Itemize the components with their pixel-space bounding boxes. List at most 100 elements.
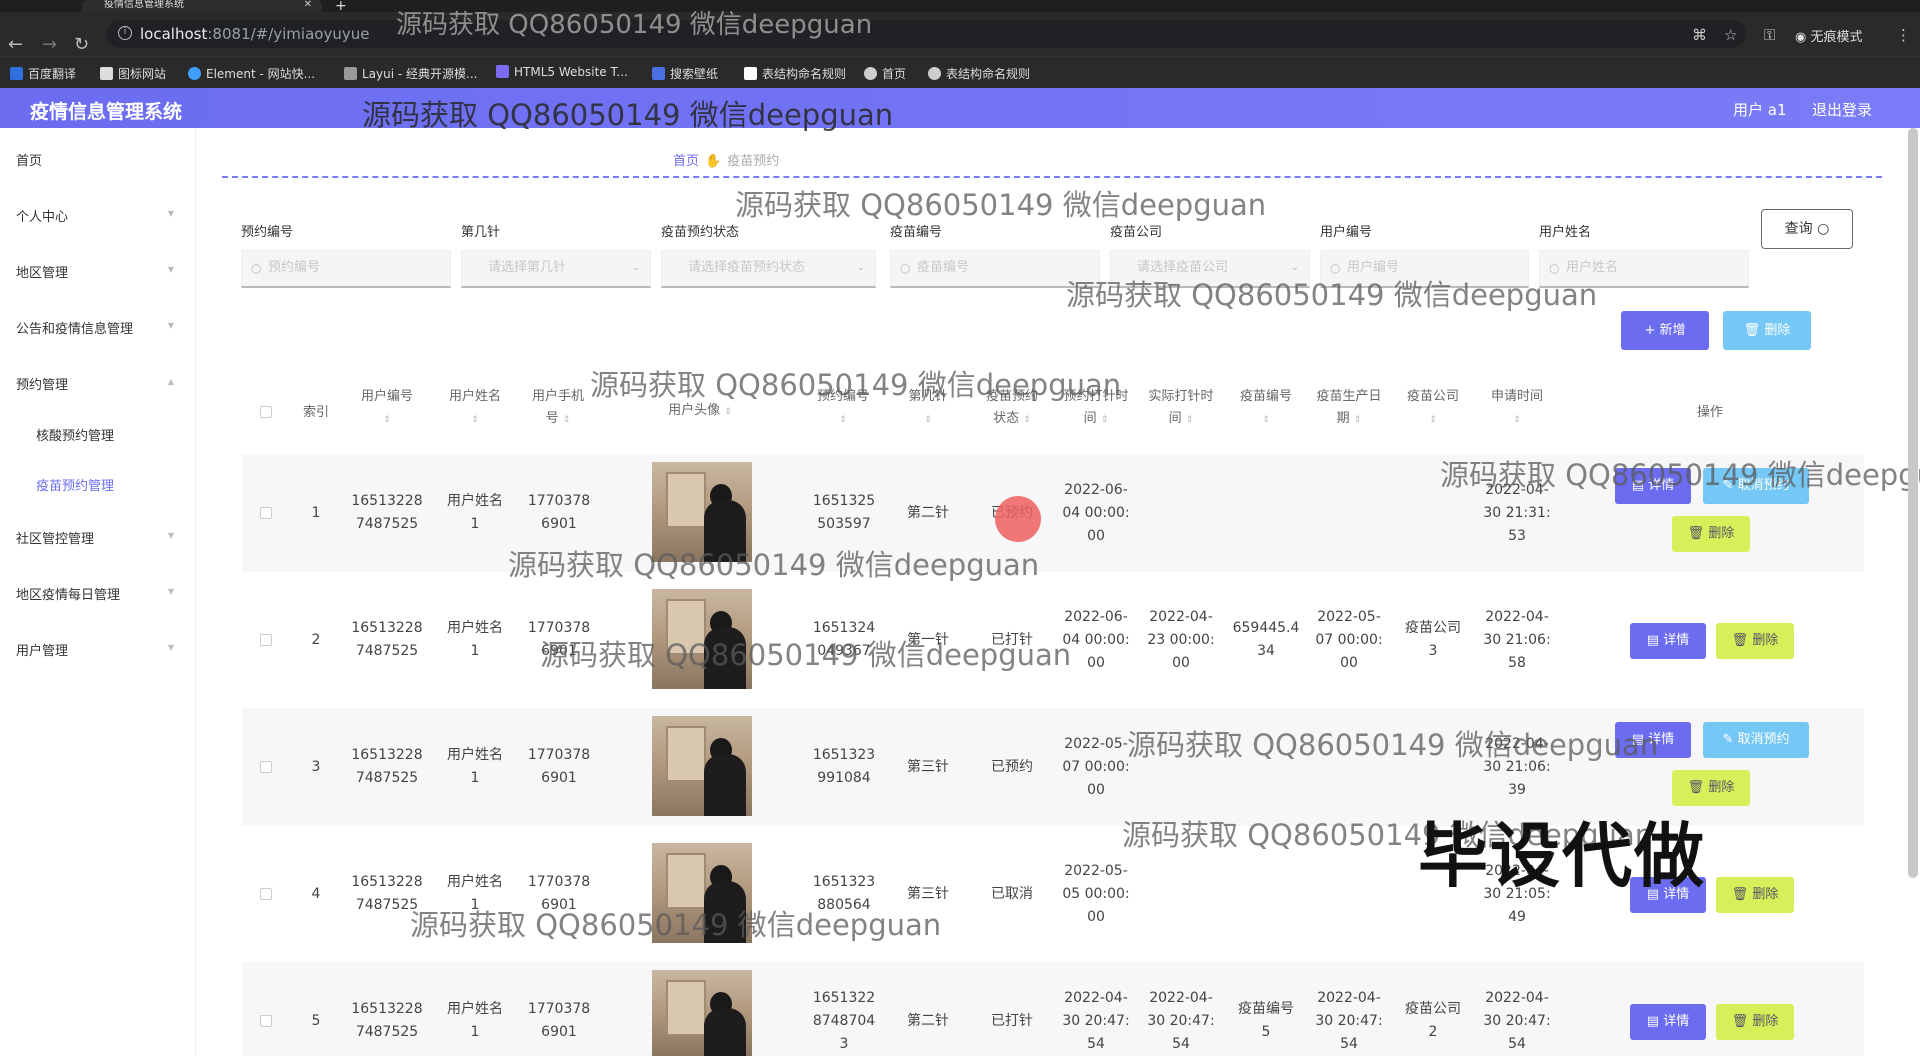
bookmark-item[interactable]: 图标网站 — [100, 65, 166, 82]
dose-select[interactable]: 请选择第几针 ⌄ — [461, 250, 651, 288]
row-checkbox[interactable] — [260, 761, 272, 773]
sidebar-item-users[interactable]: 用户管理 ▼ — [16, 640, 186, 659]
chevron-down-icon: ▼ — [167, 209, 174, 218]
chevron-down-icon: ▼ — [167, 531, 174, 540]
browser-tab[interactable]: 疫情信息管理系统 ✕ — [82, 0, 322, 12]
globe-icon — [864, 67, 877, 80]
bookmark-item[interactable]: 表结构命名规则 — [928, 65, 1030, 82]
row-checkbox[interactable] — [260, 888, 272, 900]
scrollbar[interactable] — [1908, 128, 1918, 878]
sidebar-item-nucleic[interactable]: 核酸预约管理 — [36, 425, 206, 444]
sidebar-item-profile[interactable]: 个人中心 ▼ — [16, 206, 186, 225]
trash-icon: 🗑 — [1687, 780, 1709, 795]
bookmark-item[interactable]: 表结构命名规则 — [744, 65, 846, 82]
cell-appt: 2022-04- 30 20:47: 54 — [1062, 989, 1130, 1052]
cell-status: 已取消 — [991, 885, 1033, 902]
watermark: 源码获取 QQ86050149 微信deepguan — [540, 638, 1072, 672]
star-icon[interactable]: ☆ — [1724, 26, 1737, 44]
painting — [666, 726, 706, 782]
col-phone[interactable]: 用户手机号 ⇕ — [528, 386, 588, 431]
row-checkbox[interactable] — [260, 634, 272, 646]
painting — [666, 980, 706, 1036]
bookmark-item[interactable]: Layui - 经典开源模... — [344, 65, 477, 82]
menu-icon[interactable]: ⋮ — [1896, 26, 1911, 44]
watermark: 源码获取 QQ86050149 微信deepguan — [590, 368, 1122, 402]
sidebar: 首页 个人中心 ▼ 地区管理 ▼ 公告和疫情信息管理 ▼ 预约管理 ▲ 核酸预约管理 疫… — [0, 128, 196, 1056]
trash-icon: 🗑 — [1731, 1014, 1753, 1029]
incognito-label[interactable]: ◉ 无痕模式 — [1795, 26, 1863, 45]
bookmark-item[interactable]: HTML5 Website T... — [496, 65, 628, 79]
detail-button[interactable]: ▤ 详情 — [1630, 623, 1706, 659]
forward-icon[interactable]: → — [42, 34, 57, 55]
trash-icon: 🗑 — [1731, 887, 1753, 902]
key-icon[interactable]: ⚿ — [1764, 26, 1775, 44]
row-checkbox[interactable] — [260, 507, 272, 519]
filter-label: 第几针 — [461, 225, 501, 240]
bulk-delete-button[interactable]: 🗑 删除 — [1723, 311, 1811, 350]
query-button[interactable]: 查询 ○ — [1761, 209, 1853, 249]
bookmark-item[interactable]: 搜索壁纸 — [652, 65, 718, 82]
chevron-down-icon: ⌄ — [631, 262, 640, 273]
cell-vno: 疫苗编号 5 — [1238, 1001, 1294, 1040]
status-select[interactable]: 请选择疫苗预约状态 ⌄ — [661, 250, 876, 288]
breadcrumb-home[interactable]: 首页 — [673, 154, 699, 169]
cell-appt: 2022-06- 04 00:00: 00 — [1062, 481, 1130, 544]
delete-button[interactable]: 🗑 删除 — [1716, 877, 1794, 913]
chevron-down-icon: ▼ — [167, 643, 174, 652]
row-checkbox[interactable] — [260, 1015, 272, 1027]
col-company[interactable]: 疫苗公司 ⇕ — [1400, 386, 1466, 431]
add-button[interactable]: + 新增 — [1621, 311, 1709, 350]
sidebar-item-appointment[interactable]: 预约管理 ▲ — [16, 374, 186, 393]
breadcrumb: 首页 ✋ 疫苗预约 — [673, 150, 779, 169]
sidebar-item-community[interactable]: 社区管控管理 ▼ — [16, 528, 186, 547]
cell-idx: 2 — [311, 631, 321, 648]
delete-button[interactable]: 🗑 删除 — [1716, 1004, 1794, 1040]
reload-icon[interactable]: ↻ — [74, 34, 89, 55]
delete-button[interactable]: 🗑 删除 — [1716, 623, 1794, 659]
sidebar-item-vaccine[interactable]: 疫苗预约管理 — [36, 475, 206, 494]
translate-icon[interactable]: ⌘ — [1692, 26, 1707, 44]
sidebar-item-notice[interactable]: 公告和疫情信息管理 ▼ — [16, 318, 186, 337]
cell-uid: 16513228 7487525 — [351, 1001, 423, 1040]
html5-icon — [496, 65, 509, 78]
cell-actual: 2022-04- 23 00:00: 00 — [1147, 608, 1215, 671]
detail-button[interactable]: ▤ 详情 — [1630, 1004, 1706, 1040]
logout-button[interactable]: 退出登录 — [1812, 99, 1872, 120]
col-vaccine-no[interactable]: 疫苗编号 ⇕ — [1232, 386, 1300, 431]
order-no-input[interactable]: ○ 预约编号 — [241, 250, 451, 288]
col-vaccine-date[interactable]: 疫苗生产日期 ⇕ — [1316, 386, 1382, 431]
back-icon[interactable]: ← — [8, 34, 23, 55]
watermark: 源码获取 QQ86050149 微信deepguan — [410, 908, 942, 942]
sort-icon: ⇕ — [562, 415, 571, 425]
col-user-name[interactable]: 用户姓名 ⇕ — [440, 386, 510, 431]
chevron-up-icon: ▲ — [167, 377, 174, 386]
user-label: 用户 a1 — [1733, 101, 1787, 119]
bookmark-item[interactable]: Element - 网站快... — [188, 65, 315, 82]
filter-label: 用户编号 — [1320, 225, 1373, 240]
sidebar-item-region[interactable]: 地区管理 ▼ — [16, 262, 186, 281]
cell-idx: 5 — [311, 1012, 321, 1029]
url-input[interactable]: localhost:8081/#/yimiaoyuyue — [106, 20, 1746, 48]
bookmark-item[interactable]: 首页 — [864, 65, 906, 82]
site-info-icon[interactable]: i — [118, 26, 132, 40]
cell-uname: 用户姓名 1 — [447, 620, 503, 659]
cell-apply: 2022-04- 30 21:06: 58 — [1483, 608, 1551, 671]
close-icon[interactable]: ✕ — [304, 0, 312, 10]
cell-order: 1651322 8748704 3 — [812, 989, 876, 1052]
col-user-no[interactable]: 用户编号 ⇕ — [352, 386, 422, 431]
select-all-checkbox[interactable] — [260, 406, 272, 418]
filter-label: 用户姓名 — [1539, 225, 1592, 240]
edit-icon: ✎ — [1722, 732, 1738, 747]
delete-button[interactable]: 🗑 删除 — [1672, 516, 1750, 552]
sidebar-item-home[interactable]: 首页 — [16, 150, 186, 169]
cell-status: 已预约 — [991, 758, 1033, 775]
col-actual-time[interactable]: 实际打针时间 ⇕ — [1148, 386, 1214, 431]
sort-icon: ⇕ — [1429, 415, 1437, 425]
cancel-appointment-button[interactable]: ✎ 取消预约 — [1703, 722, 1809, 758]
sort-icon: ⇕ — [471, 415, 479, 425]
cell-vdate: 2022-05- 07 00:00: 00 — [1315, 608, 1383, 671]
col-apply-time[interactable]: 申请时间 ⇕ — [1484, 386, 1550, 431]
sidebar-item-daily[interactable]: 地区疫情每日管理 ▼ — [16, 584, 186, 603]
sort-icon: ⇕ — [724, 407, 732, 417]
bookmark-item[interactable]: 百度翻译 — [10, 65, 76, 82]
